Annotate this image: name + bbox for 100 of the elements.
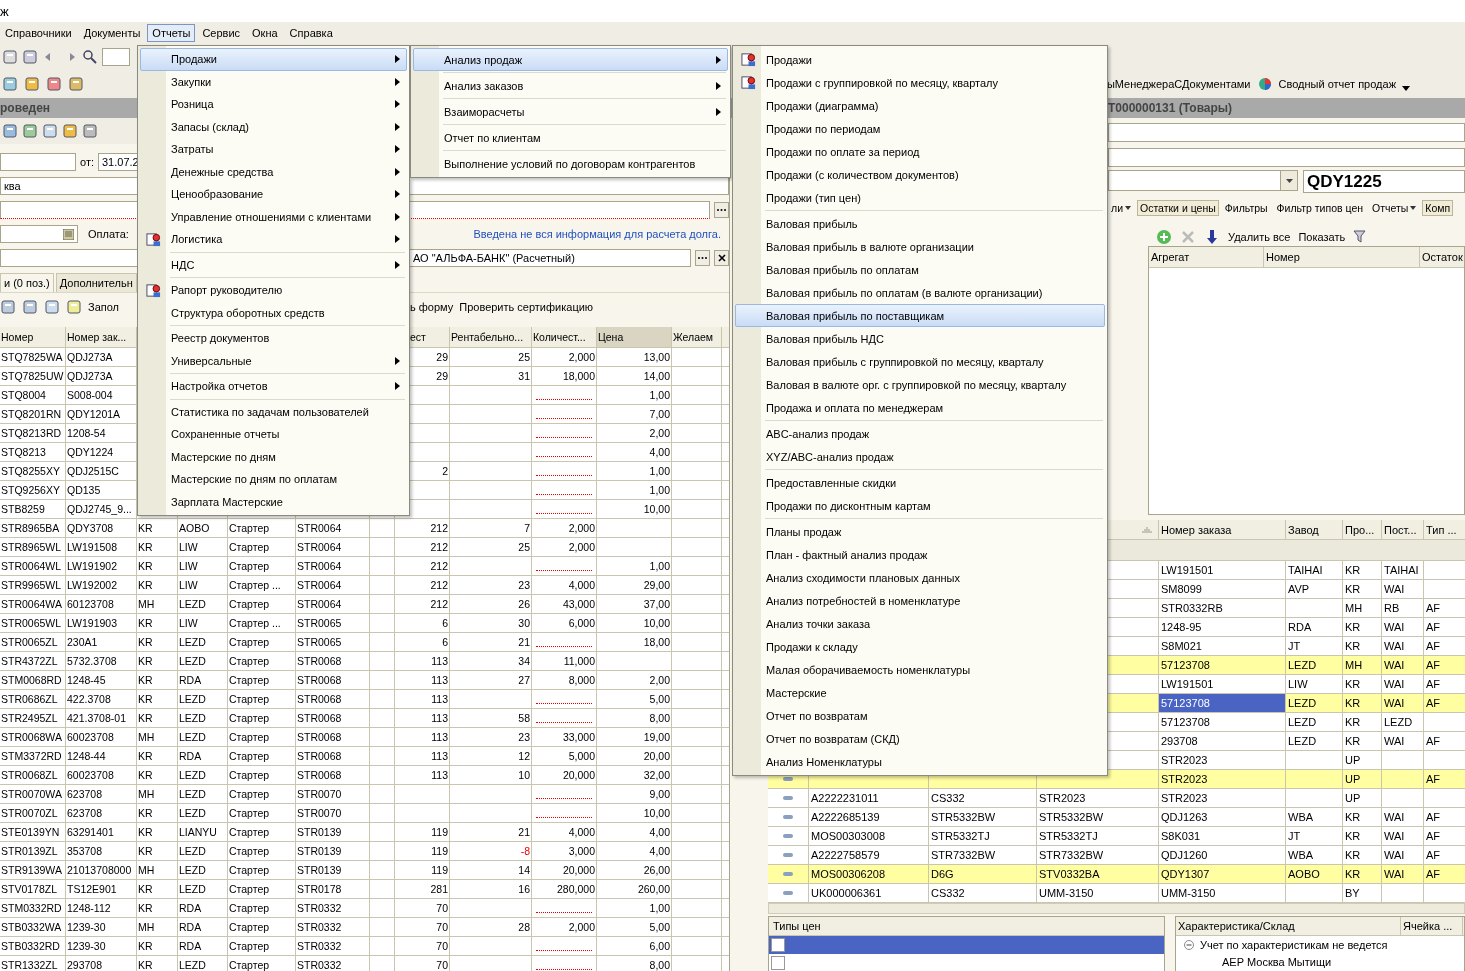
table-cell: 421.3708-01 [66, 709, 137, 727]
table-cell: STR0064 [296, 557, 370, 575]
table-cell: 27 [450, 671, 532, 689]
table-cell: 280,000 [532, 880, 597, 898]
table-cell: STR2023 [1037, 789, 1159, 807]
table-cell: STM3372RD [0, 747, 66, 765]
table-cell: STR0068 [296, 652, 370, 670]
table-cell: 16 [450, 880, 532, 898]
table-cell: STR0332 [296, 937, 370, 955]
table-cell: Стартер [228, 633, 296, 651]
table-cell: LEZD [178, 728, 228, 746]
table-cell: STR0070WA [0, 785, 66, 803]
table-cell: KR [1343, 694, 1382, 712]
table-cell: LW191902 [66, 557, 137, 575]
table-cell: KR [1343, 827, 1382, 845]
table-cell: LIW [178, 557, 228, 575]
table-cell: LEZD [178, 880, 228, 898]
table-cell: LIW [178, 576, 228, 594]
table-cell: Стартер [228, 519, 296, 537]
table-cell: 1248-45 [66, 671, 137, 689]
table-cell: STR0068 [296, 747, 370, 765]
table-cell: 8,00 [597, 956, 672, 971]
table-cell: CS332 [929, 884, 1037, 902]
table-cell: 119 [395, 861, 450, 879]
table-cell: LW191501 [1159, 675, 1286, 693]
table-cell: QDY3708 [66, 519, 137, 537]
table-cell: AOBO [1286, 865, 1343, 883]
table-cell: CS332 [929, 789, 1037, 807]
table-cell: 70 [395, 956, 450, 971]
table-cell: STQ9256XY [0, 481, 66, 499]
table-cell: 12 [450, 747, 532, 765]
table-cell: JT [1286, 637, 1343, 655]
table-cell: QDY1307 [1159, 865, 1286, 883]
table-cell: MH [1343, 656, 1382, 674]
table-cell: WAI [1382, 808, 1424, 826]
table-cell: UK000006361 [809, 884, 929, 902]
table-cell: STR0064 [296, 576, 370, 594]
table-cell: BY [1343, 884, 1382, 902]
table-cell: KR [137, 766, 178, 784]
window-title: ж [0, 3, 9, 19]
table-cell: STR0064 [296, 538, 370, 556]
table-cell: 119 [395, 842, 450, 860]
table-cell: 6,00 [597, 937, 672, 955]
table-cell: RDA [178, 671, 228, 689]
table-cell: LW191508 [66, 538, 137, 556]
table-cell: KR [137, 804, 178, 822]
table-cell: S8M021 [1159, 637, 1286, 655]
table-cell: STQ8213RD [0, 424, 66, 442]
table-cell: LEZD [1382, 713, 1424, 731]
table-cell: STR5332BW [1037, 808, 1159, 826]
table-cell: 1,00 [597, 481, 672, 499]
table-cell: 113 [395, 747, 450, 765]
table-cell: AF [1424, 656, 1465, 674]
table-cell: 14 [450, 861, 532, 879]
table-cell: 230A1 [66, 633, 137, 651]
table-cell: 1248-44 [66, 747, 137, 765]
table-cell: STR0332 [296, 918, 370, 936]
table-cell: 57123708 [1159, 656, 1286, 674]
table-cell: KR [1343, 732, 1382, 750]
table-cell: MH [137, 728, 178, 746]
table-cell: Стартер [228, 956, 296, 971]
table-cell: 31 [450, 367, 532, 385]
table-cell: 5,00 [597, 690, 672, 708]
table-cell: STR1332ZL [0, 956, 66, 971]
table-cell: WAI [1382, 827, 1424, 845]
table-cell: Стартер [228, 785, 296, 803]
table-cell: STQ7825UW [0, 367, 66, 385]
table-cell: KR [137, 880, 178, 898]
table-cell: WAI [1382, 732, 1424, 750]
table-cell: LEZD [1286, 694, 1343, 712]
table-cell: STR0065ZL [0, 633, 66, 651]
table-cell: 33,000 [532, 728, 597, 746]
table-cell: LEZD [1286, 713, 1343, 731]
table-cell: STR0332RB [1159, 599, 1286, 617]
table-cell: 11,000 [532, 652, 597, 670]
table-cell: MOS00303008 [809, 827, 929, 845]
table-cell: 60023708 [66, 766, 137, 784]
table-cell: STR0064WL [0, 557, 66, 575]
table-cell: MH [1343, 599, 1382, 617]
table-cell: MH [137, 918, 178, 936]
table-cell: Стартер [228, 766, 296, 784]
table-cell: KR [1343, 865, 1382, 883]
table-cell: Стартер [228, 709, 296, 727]
table-cell: KR [1343, 713, 1382, 731]
table-cell: A2222685139 [809, 808, 929, 826]
table-cell: STR8965BA [0, 519, 66, 537]
table-cell: 260,00 [597, 880, 672, 898]
table-cell: RB [1382, 599, 1424, 617]
table-cell: KR [137, 956, 178, 971]
table-cell: 20,000 [532, 861, 597, 879]
table-cell: 21013708000 [66, 861, 137, 879]
table-cell: KR [137, 671, 178, 689]
table-cell: STR0064WA [0, 595, 66, 613]
table-cell: 21 [450, 823, 532, 841]
table-cell: 30 [450, 614, 532, 632]
table-cell: WAI [1382, 618, 1424, 636]
table-cell: STR0332 [296, 956, 370, 971]
table-cell: Стартер [228, 747, 296, 765]
table-cell: WAI [1382, 694, 1424, 712]
table-cell: 29,00 [597, 576, 672, 594]
